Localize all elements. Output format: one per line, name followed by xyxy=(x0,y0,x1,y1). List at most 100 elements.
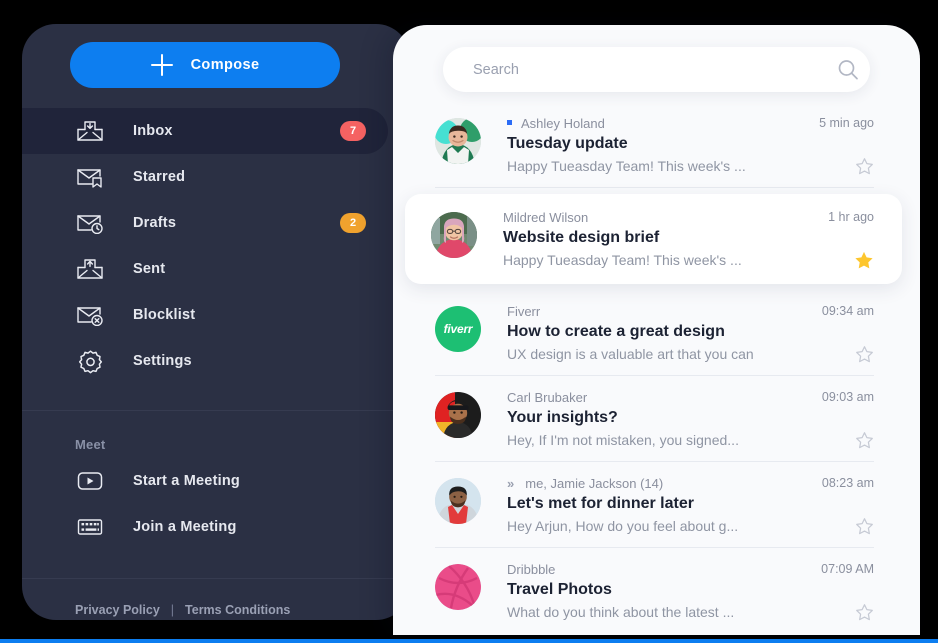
sidebar-item-start-meeting[interactable]: Start a Meeting xyxy=(22,458,388,504)
mail-meta: » me, Jamie Jackson (14) 08:23 am xyxy=(507,474,874,492)
envelope-clock-icon xyxy=(75,208,105,238)
search-icon[interactable] xyxy=(826,59,870,81)
mail-meta: Carl Brubaker 09:03 am xyxy=(507,388,874,406)
mail-preview: Hey Arjun, How do you feel about g... xyxy=(507,518,739,534)
sidebar-item-label: Blocklist xyxy=(133,307,196,323)
sidebar-item-label: Join a Meeting xyxy=(133,519,237,535)
table-row[interactable]: fiverr Fiverr 09:34 am How to create a g… xyxy=(411,290,902,376)
mail-content: Fiverr 09:34 am How to create a great de… xyxy=(507,302,874,364)
mail-content: Mildred Wilson 1 hr ago Website design b… xyxy=(503,208,874,270)
mail-panel: Ashley Holand 5 min ago Tuesday update H… xyxy=(393,25,920,635)
mail-time: 07:09 AM xyxy=(821,562,874,576)
mail-sender: Ashley Holand xyxy=(521,115,605,131)
mail-preview-row: What do you think about the latest ... xyxy=(507,602,874,622)
star-icon[interactable] xyxy=(854,602,874,622)
mail-time: 09:34 am xyxy=(821,304,874,318)
drafts-badge: 2 xyxy=(340,213,366,233)
mail-sender: me, Jamie Jackson (14) xyxy=(525,475,664,491)
mail-subject: Tuesday update xyxy=(507,135,628,152)
envelope-block-icon xyxy=(75,300,105,330)
mail-time: 09:03 am xyxy=(821,390,874,404)
mail-content: Ashley Holand 5 min ago Tuesday update H… xyxy=(507,114,874,176)
avatar xyxy=(435,392,481,438)
brand-label: fiverr xyxy=(443,322,473,336)
video-play-icon xyxy=(75,466,105,496)
mail-sender: Dribbble xyxy=(507,561,556,577)
unread-dot xyxy=(507,120,512,125)
mail-sender: Fiverr xyxy=(507,303,541,319)
mail-preview: What do you think about the latest ... xyxy=(507,604,735,620)
sidebar-item-label: Settings xyxy=(133,353,192,369)
privacy-policy-link[interactable]: Privacy Policy xyxy=(75,603,160,617)
table-row[interactable]: » me, Jamie Jackson (14) 08:23 am Let's … xyxy=(411,462,902,548)
sidebar-item-settings[interactable]: Settings xyxy=(22,338,388,384)
mail-meta: Fiverr 09:34 am xyxy=(507,302,874,320)
mail-preview: Happy Tueasday Team! This week's ... xyxy=(507,158,746,174)
mail-time: 5 min ago xyxy=(819,116,874,130)
sidebar-item-label: Starred xyxy=(133,169,186,185)
footer-separator: | xyxy=(170,603,175,617)
envelope-send-icon xyxy=(75,254,105,284)
mail-content: Carl Brubaker 09:03 am Your insights? He… xyxy=(507,388,874,450)
mail-subject: Travel Photos xyxy=(507,581,612,598)
mail-meta: Dribbble 07:09 AM xyxy=(507,560,874,578)
gear-icon xyxy=(75,346,105,376)
keyboard-icon xyxy=(75,512,105,542)
forwarded-icon: » xyxy=(507,475,515,491)
table-row[interactable]: Dribbble 07:09 AM Travel Photos What do … xyxy=(411,548,902,634)
sidebar-item-label: Sent xyxy=(133,261,166,277)
star-icon[interactable] xyxy=(854,250,874,270)
table-row[interactable]: Carl Brubaker 09:03 am Your insights? He… xyxy=(411,376,902,462)
star-icon[interactable] xyxy=(854,430,874,450)
mail-meta: Mildred Wilson 1 hr ago xyxy=(503,208,874,226)
compose-section: Compose xyxy=(22,24,410,88)
mail-time: 08:23 am xyxy=(821,476,874,490)
sidebar-item-blocklist[interactable]: Blocklist xyxy=(22,292,388,338)
sidebar-item-join-meeting[interactable]: Join a Meeting xyxy=(22,504,388,550)
mail-time: 1 hr ago xyxy=(828,210,874,224)
mail-preview-row: Hey, If I'm not mistaken, you signed... xyxy=(507,430,874,450)
avatar: fiverr xyxy=(435,306,481,352)
sidebar-item-inbox[interactable]: Inbox 7 xyxy=(22,108,388,154)
sidebar-item-label: Drafts xyxy=(133,215,177,231)
bottom-accent-strip xyxy=(0,639,938,643)
mail-preview: UX design is a valuable art that you can xyxy=(507,346,754,362)
compose-button[interactable]: Compose xyxy=(70,42,340,88)
mail-preview-row: UX design is a valuable art that you can xyxy=(507,344,874,364)
star-icon[interactable] xyxy=(854,344,874,364)
mail-preview-row: Happy Tueasday Team! This week's ... xyxy=(507,156,874,176)
star-icon[interactable] xyxy=(854,516,874,536)
compose-button-label: Compose xyxy=(190,57,260,73)
sidebar-nav: Inbox 7 Starred Drafts 2 Sent Blocklist … xyxy=(22,108,410,384)
mail-subject: Let's met for dinner later xyxy=(507,495,694,512)
mail-subject: Your insights? xyxy=(507,409,618,426)
mail-preview-row: Happy Tueasday Team! This week's ... xyxy=(503,250,874,270)
sidebar-footer: Privacy Policy | Terms Conditions xyxy=(22,579,410,617)
sidebar-item-label: Inbox xyxy=(133,123,173,139)
envelope-download-icon xyxy=(75,116,105,146)
sidebar: Compose Inbox 7 Starred Drafts 2 Sent Bl… xyxy=(22,24,410,620)
avatar xyxy=(435,118,481,164)
sidebar-item-drafts[interactable]: Drafts 2 xyxy=(22,200,388,246)
mail-preview-row: Hey Arjun, How do you feel about g... xyxy=(507,516,874,536)
inbox-badge: 7 xyxy=(340,121,366,141)
avatar xyxy=(431,212,477,258)
mail-meta: Ashley Holand 5 min ago xyxy=(507,114,874,132)
mail-sender: Carl Brubaker xyxy=(507,389,588,405)
mail-content: » me, Jamie Jackson (14) 08:23 am Let's … xyxy=(507,474,874,536)
mail-content: Dribbble 07:09 AM Travel Photos What do … xyxy=(507,560,874,622)
avatar xyxy=(435,478,481,524)
envelope-bookmark-icon xyxy=(75,162,105,192)
sidebar-item-sent[interactable]: Sent xyxy=(22,246,388,292)
meet-section-title: Meet xyxy=(75,437,106,452)
table-row[interactable]: Mildred Wilson 1 hr ago Website design b… xyxy=(405,194,902,284)
search-input[interactable] xyxy=(443,61,826,78)
search-box[interactable] xyxy=(443,47,870,92)
mail-preview: Hey, If I'm not mistaken, you signed... xyxy=(507,432,739,448)
table-row[interactable]: Ashley Holand 5 min ago Tuesday update H… xyxy=(411,102,902,188)
star-icon[interactable] xyxy=(854,156,874,176)
terms-conditions-link[interactable]: Terms Conditions xyxy=(185,603,290,617)
mail-list: Ashley Holand 5 min ago Tuesday update H… xyxy=(393,92,920,634)
row-separator xyxy=(435,187,874,188)
sidebar-item-starred[interactable]: Starred xyxy=(22,154,388,200)
